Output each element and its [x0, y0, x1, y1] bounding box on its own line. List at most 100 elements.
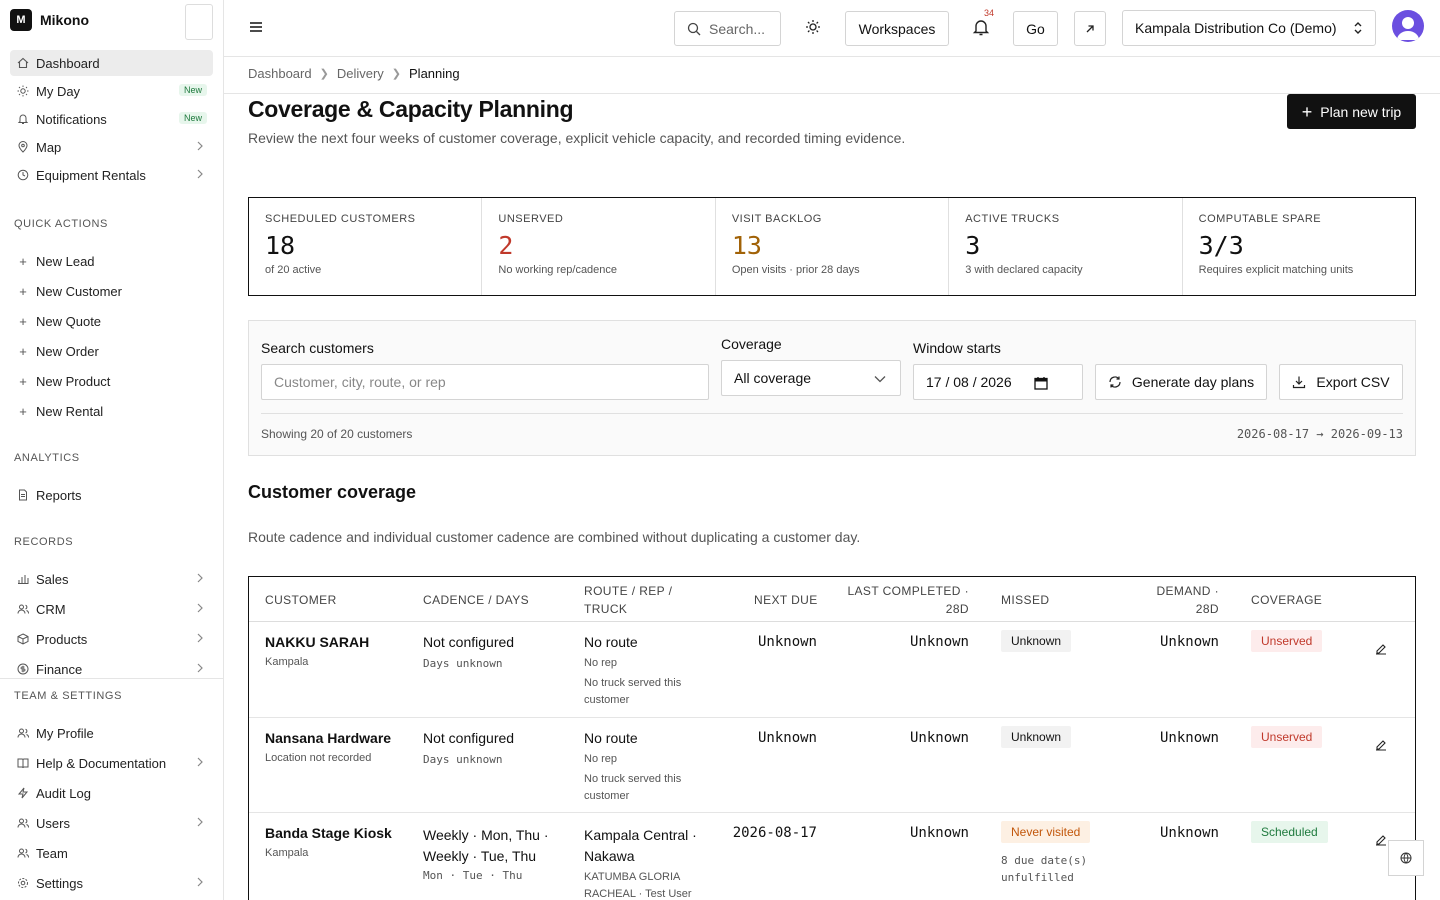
sidebar-item-team[interactable]: Team — [10, 840, 213, 866]
table-row[interactable]: Nansana Hardware Location not recorded N… — [249, 718, 1415, 813]
route-value: Kampala Central · Nakawa — [584, 827, 697, 864]
sidebar-item-notifications[interactable]: Notifications New — [10, 106, 213, 132]
map-pin-icon — [16, 140, 30, 154]
sidebar-item-my-profile[interactable]: My Profile — [10, 720, 213, 746]
next-due-value: 2026-08-17 — [732, 825, 817, 841]
sidebar-item-dashboard[interactable]: Dashboard — [10, 50, 213, 76]
quick-action-new-customer[interactable]: + New Customer — [10, 278, 213, 304]
external-link-button[interactable] — [1074, 11, 1106, 46]
quick-action-new-order[interactable]: + New Order — [10, 338, 213, 364]
section-title-customer-coverage: Customer coverage — [248, 482, 417, 502]
kpi-note: 3 with declared capacity — [965, 264, 1083, 276]
edit-icon[interactable] — [1375, 643, 1387, 655]
calendar-icon[interactable] — [1034, 376, 1048, 390]
chevron-right-icon — [195, 756, 205, 771]
customer-name[interactable]: Banda Stage Kiosk — [265, 825, 392, 841]
breadcrumb-delivery[interactable]: Delivery — [337, 66, 384, 81]
quick-action-new-quote[interactable]: + New Quote — [10, 308, 213, 334]
edit-icon[interactable] — [1375, 834, 1387, 846]
cadence-days: Days unknown — [423, 657, 503, 670]
search-placeholder: Search... — [709, 20, 766, 37]
sidebar-item-help[interactable]: Help & Documentation — [10, 750, 213, 776]
quick-action-new-rental[interactable]: + New Rental — [10, 398, 213, 424]
box-icon — [16, 632, 30, 646]
sidebar-item-users[interactable]: Users — [10, 810, 213, 836]
generate-day-plans-button[interactable]: Generate day plans — [1095, 364, 1267, 400]
sidebar-item-products[interactable]: Products — [10, 626, 213, 652]
dollar-icon — [16, 662, 30, 676]
sidebar-item-sales[interactable]: Sales — [10, 566, 213, 592]
avatar[interactable] — [1392, 10, 1424, 42]
search-customers-label: Search customers — [261, 340, 374, 356]
floating-help-button[interactable] — [1388, 840, 1424, 876]
bell-icon[interactable] — [971, 17, 991, 37]
sidebar-item-my-day[interactable]: My Day New — [10, 78, 213, 104]
edit-icon[interactable] — [1375, 739, 1387, 751]
kpi-note: of 20 active — [265, 264, 322, 276]
users-icon — [16, 846, 30, 860]
coverage-select[interactable]: All coverage — [721, 360, 901, 396]
kpi-visit-backlog: VISIT BACKLOG 13 Open visits · prior 28 … — [716, 198, 950, 295]
sidebar-item-label: Reports — [36, 487, 82, 503]
search-icon — [687, 22, 701, 35]
truck-value: No truck served this customer — [584, 677, 682, 706]
book-icon — [16, 756, 30, 770]
sidebar-item-settings[interactable]: Settings — [10, 870, 213, 896]
breadcrumb-dashboard[interactable]: Dashboard — [248, 66, 312, 81]
sidebar-item-map[interactable]: Map — [10, 134, 213, 160]
sidebar-divider — [0, 678, 223, 679]
section-subtitle-customer-coverage: Route cadence and individual customer ca… — [248, 529, 861, 545]
sidebar-item-label: Sales — [36, 571, 69, 587]
demand-value: Unknown — [1159, 730, 1219, 746]
window-start-date-input[interactable]: 17 / 08 / 2026 — [913, 364, 1083, 400]
global-search-button[interactable]: Search... — [674, 11, 781, 46]
table-row[interactable]: Banda Stage Kiosk Kampala Weekly · Mon, … — [249, 813, 1415, 900]
customer-location: Location not recorded — [265, 752, 372, 764]
workspaces-button[interactable]: Workspaces — [845, 11, 949, 46]
export-csv-button[interactable]: Export CSV — [1279, 364, 1403, 400]
filter-divider — [261, 413, 1403, 414]
search-customers-input[interactable]: Customer, city, route, or rep — [261, 364, 709, 400]
rep-value: No rep — [584, 753, 618, 765]
brand[interactable]: M Mikono — [10, 9, 89, 31]
customer-name[interactable]: NAKKU SARAH — [265, 634, 369, 650]
sidebar-item-crm[interactable]: CRM — [10, 596, 213, 622]
download-icon — [1293, 376, 1306, 389]
cadence-days: Mon · Tue · Thu — [423, 869, 523, 882]
theme-toggle-button[interactable] — [803, 17, 823, 37]
generate-day-plans-label: Generate day plans — [1131, 374, 1255, 390]
quick-action-new-product[interactable]: + New Product — [10, 368, 213, 394]
kpi-note: Open visits · prior 28 days — [731, 264, 860, 276]
sidebar-item-label: Dashboard — [36, 55, 100, 71]
customer-coverage-table: CUSTOMER CADENCE / DAYS ROUTE / REP / TR… — [248, 576, 1416, 900]
chevron-right-icon — [195, 632, 205, 647]
last-completed-value: Unknown — [909, 730, 969, 746]
chevron-right-icon — [195, 662, 205, 677]
kpi-scheduled-customers: SCHEDULED CUSTOMERS 18 of 20 active — [249, 198, 483, 295]
column-header-route: ROUTE / REP / TRUCK — [584, 584, 673, 616]
company-switcher[interactable]: Kampala Distribution Co (Demo) — [1122, 10, 1376, 46]
kpi-label: ACTIVE TRUCKS — [965, 213, 1060, 225]
table-row[interactable]: NAKKU SARAH Kampala Not configured Days … — [249, 622, 1415, 718]
plan-new-trip-button[interactable]: + Plan new trip — [1287, 94, 1416, 129]
kpi-note: Requires explicit matching units — [1198, 264, 1354, 276]
kpi-value: 3/3 — [1198, 231, 1244, 260]
column-header-missed: MISSED — [1001, 593, 1050, 607]
plan-new-trip-label: Plan new trip — [1320, 103, 1402, 120]
chevron-updown-icon — [1354, 22, 1362, 34]
plus-icon: + — [19, 313, 27, 329]
go-button[interactable]: Go — [1013, 11, 1058, 46]
next-due-value: Unknown — [757, 634, 817, 650]
sun-icon — [16, 84, 30, 98]
menu-icon[interactable] — [249, 20, 263, 34]
globe-icon — [1400, 852, 1412, 864]
customer-name[interactable]: Nansana Hardware — [265, 730, 391, 746]
quick-action-new-lead[interactable]: + New Lead — [10, 248, 213, 274]
sidebar-collapse-button[interactable] — [185, 4, 213, 40]
sidebar-item-audit-log[interactable]: Audit Log — [10, 780, 213, 806]
sidebar-item-reports[interactable]: Reports — [10, 482, 213, 508]
plus-icon: + — [19, 283, 27, 299]
demand-value: Unknown — [1159, 634, 1219, 650]
sidebar-item-equipment-rentals[interactable]: Equipment Rentals — [10, 162, 213, 188]
kpi-label: UNSERVED — [498, 213, 564, 225]
